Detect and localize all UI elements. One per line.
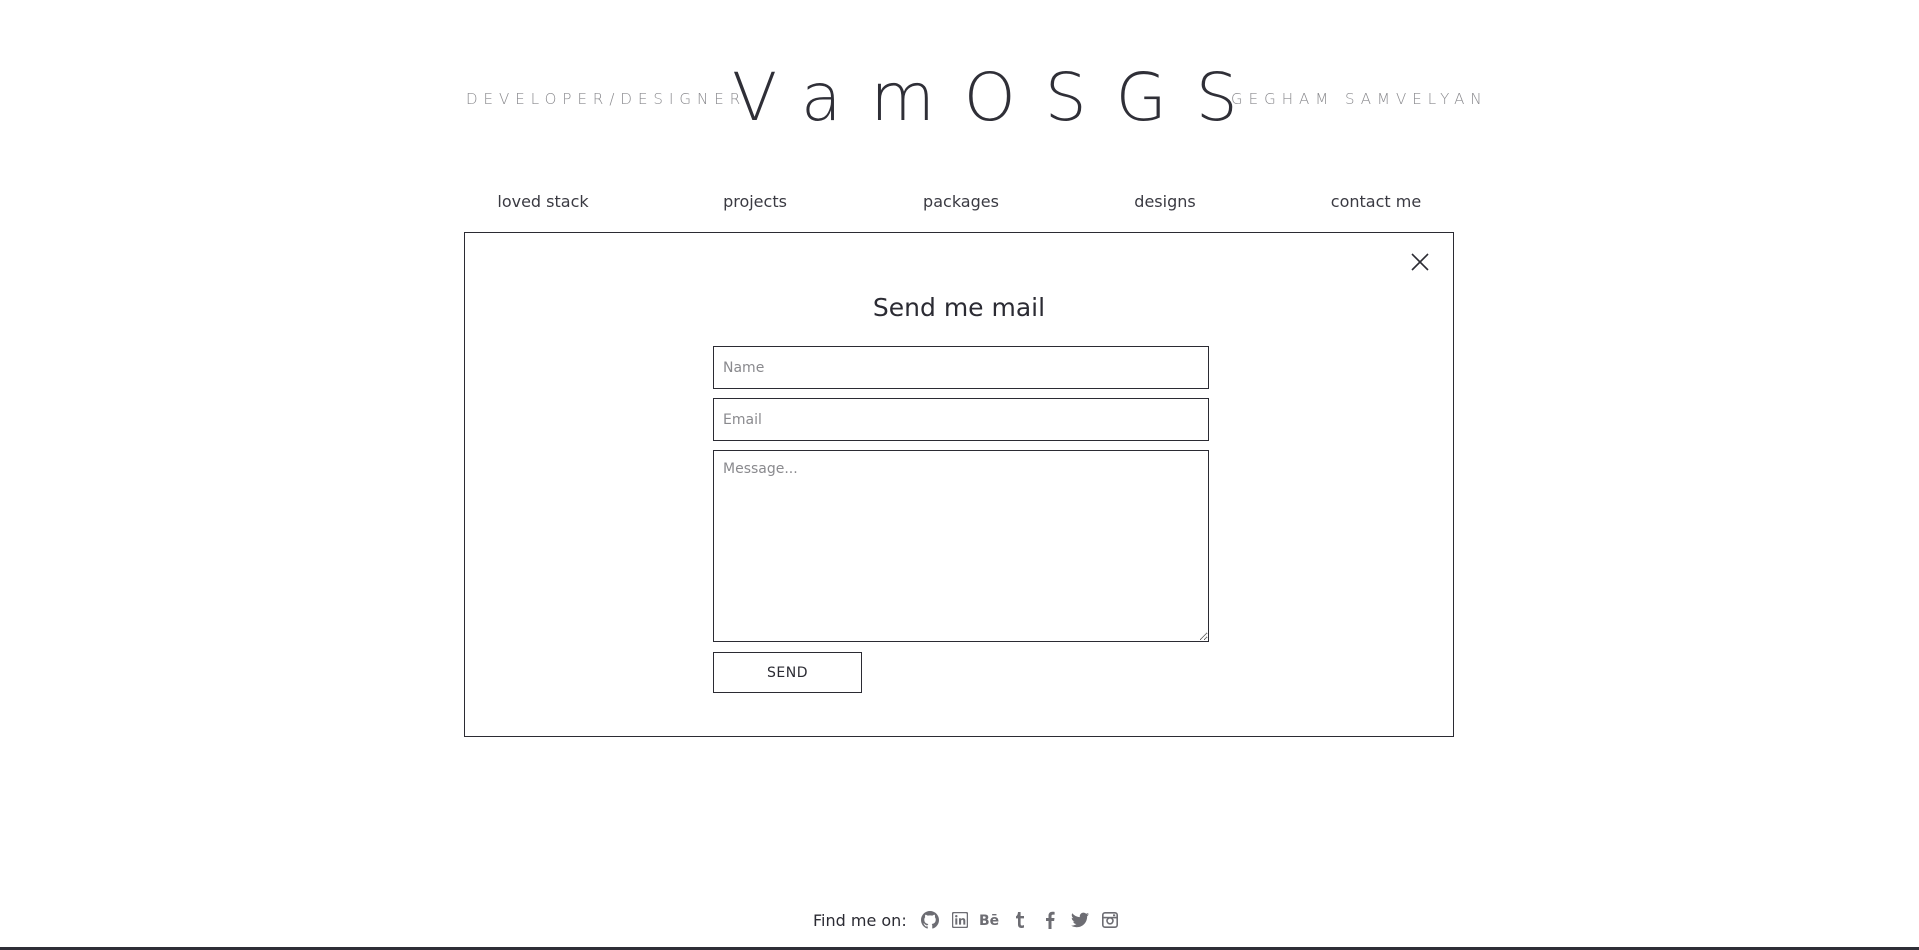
nav-item-projects[interactable]: projects bbox=[723, 192, 787, 211]
linkedin-icon[interactable] bbox=[949, 909, 971, 931]
close-icon bbox=[1411, 253, 1429, 271]
facebook-icon[interactable] bbox=[1039, 909, 1061, 931]
form-title: Send me mail bbox=[872, 293, 1046, 322]
page: DEVELOPER/DESIGNER VamOSGS GEGHAM SAMVEL… bbox=[0, 0, 1919, 950]
site-logo[interactable]: VamOSGS bbox=[732, 58, 1267, 138]
email-input[interactable] bbox=[713, 398, 1209, 441]
close-button[interactable] bbox=[1407, 249, 1433, 275]
twitter-icon[interactable] bbox=[1069, 909, 1091, 931]
contact-modal: Send me mail SEND bbox=[464, 232, 1454, 737]
behance-icon[interactable]: Bē bbox=[979, 909, 1001, 931]
tagline-name: GEGHAM SAMVELYAN bbox=[1231, 90, 1488, 108]
name-input[interactable] bbox=[713, 346, 1209, 389]
svg-text:Bē: Bē bbox=[979, 913, 999, 928]
nav-item-contact-me[interactable]: contact me bbox=[1331, 192, 1421, 211]
instagram-icon[interactable] bbox=[1099, 909, 1121, 931]
nav-item-packages[interactable]: packages bbox=[923, 192, 999, 211]
github-icon[interactable] bbox=[919, 909, 941, 931]
message-textarea[interactable] bbox=[713, 450, 1209, 642]
site-header: DEVELOPER/DESIGNER VamOSGS GEGHAM SAMVEL… bbox=[0, 58, 1919, 138]
tumblr-icon[interactable] bbox=[1009, 909, 1031, 931]
nav-item-designs[interactable]: designs bbox=[1134, 192, 1195, 211]
tagline-role: DEVELOPER/DESIGNER bbox=[466, 90, 747, 108]
send-button[interactable]: SEND bbox=[713, 652, 862, 693]
social-footer: Find me on: Bē bbox=[813, 908, 1121, 932]
find-me-label: Find me on: bbox=[813, 910, 907, 930]
nav-item-loved-stack[interactable]: loved stack bbox=[497, 192, 588, 211]
main-nav: loved stack projects packages designs co… bbox=[464, 192, 1456, 216]
